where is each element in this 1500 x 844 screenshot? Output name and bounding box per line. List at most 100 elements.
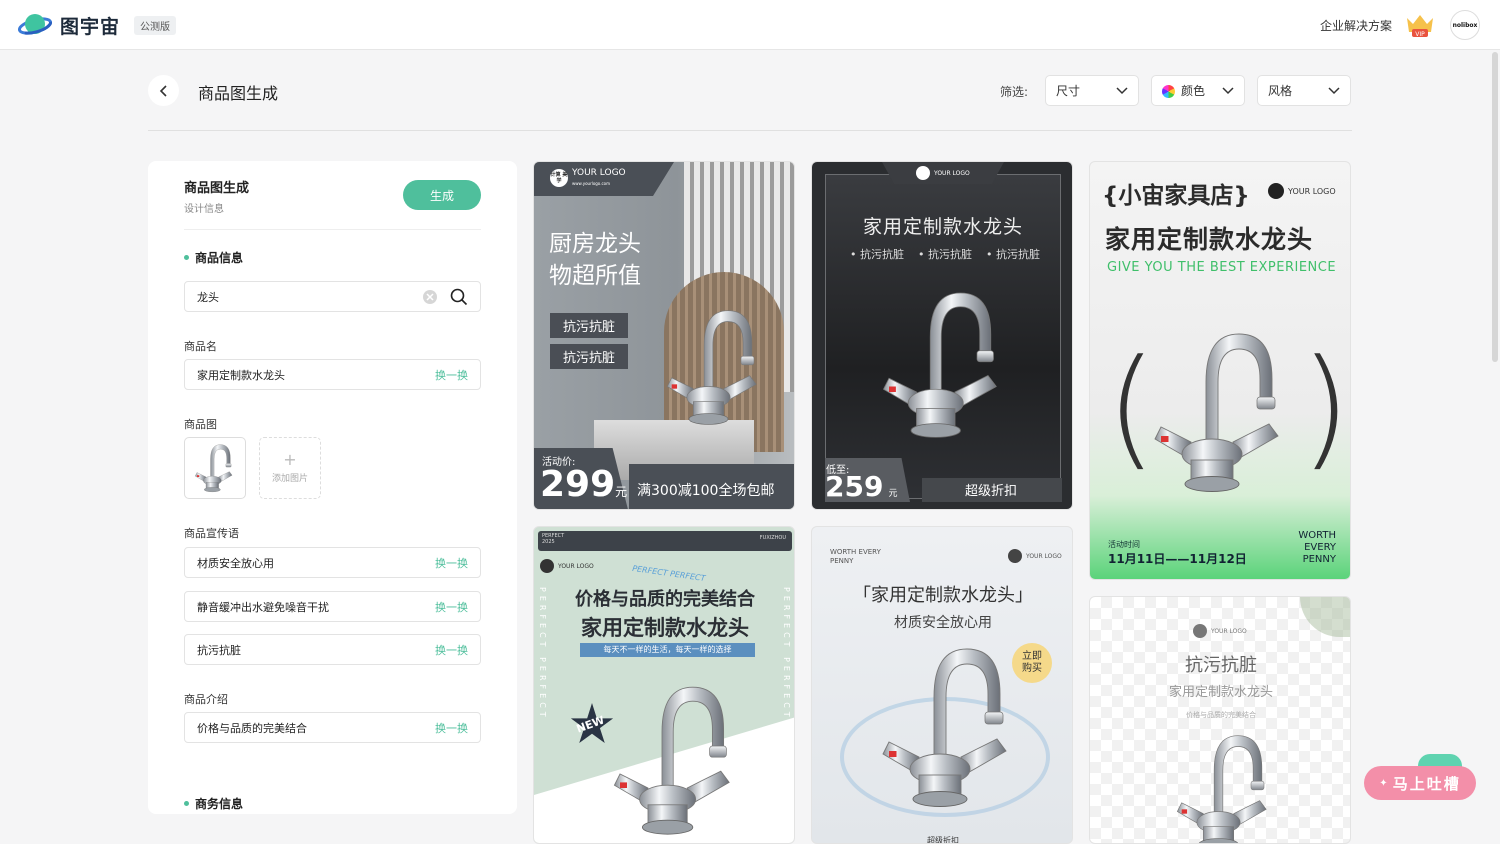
slogan-field[interactable]: 静音缓冲出水避免噪音干扰 换一换 [184,591,481,622]
filter-color-select[interactable]: 颜色 [1151,75,1245,106]
feature-list: • 抗污抗脏 • 抗污抗脏 • 抗污抗脏 [850,248,1040,261]
feature-tag: 抗污抗脏 [550,313,629,338]
card-small-text: 价格与品质的完美结合 [1186,711,1256,719]
generator-panel: 商品图生成 设计信息 生成 商品信息 龙头 商品名 家用定制款水龙头 换一换 商… [148,161,517,814]
card-tagline: GIVE YOU THE BEST EXPERIENCE [1107,260,1337,275]
product-image-label: 商品图 [184,418,217,431]
faucet-image [192,441,238,495]
sparkle-icon: ✦ [1379,777,1390,789]
faucet-image [1170,727,1280,844]
search-icon[interactable] [450,288,468,306]
swap-button[interactable]: 换一换 [435,720,468,736]
event-dates: 11月11日——11月12日 [1108,552,1247,566]
panel-divider [184,229,481,230]
card-subtitle: 材质安全放心用 [894,615,992,631]
template-card-5[interactable]: WORTH EVERY PENNY YOUR LOGO 「家用定制款水龙头」 材质… [811,526,1073,844]
add-image-label: 添加图片 [271,473,308,484]
template-card-3[interactable]: {小宙家具店} YOUR LOGO 家用定制款水龙头 GIVE YOU THE … [1089,161,1351,580]
generate-button[interactable]: 生成 [403,180,481,210]
arc-text: PERFECT PERFECT [631,563,706,584]
card-title: 「家用定制款水龙头」 [853,585,1033,606]
slogan-label: 商品宣传语 [184,527,239,540]
feedback-button[interactable]: ✦ 马上吐槽 [1364,766,1476,800]
swap-button[interactable]: 换一换 [435,367,468,383]
worth-text: WORTH EVERY PENNY [830,548,881,565]
intro-label: 商品介绍 [184,693,228,706]
header-divider [148,130,1352,131]
price: 259 元 [825,470,898,503]
bracket-right: ) [1300,331,1351,483]
chevron-down-icon [1328,86,1340,94]
filter-size-label: 尺寸 [1056,84,1081,98]
chevron-down-icon [1116,86,1128,94]
card-title-2: 家用定制款水龙头 [581,616,749,640]
faucet-image [660,302,770,432]
chevron-down-icon [1222,86,1234,94]
side-text: PERFECT PERFECT [538,587,547,721]
intro-field[interactable]: 价格与品质的完美结合 换一换 [184,712,481,743]
filter-style-select[interactable]: 风格 [1257,75,1351,106]
panel-title: 商品图生成 [184,181,250,196]
add-image-button[interactable]: + 添加图片 [259,437,321,499]
brand[interactable]: 图宇宙 公测版 [17,10,177,40]
card-subtitle: 家用定制款水龙头 [1168,685,1273,700]
chevron-left-icon [159,84,167,97]
card-title-1: 价格与品质的完美结合 [575,589,755,610]
logo: YOUR LOGO [916,166,970,180]
template-card-4[interactable]: PERFECT 2025 FUXIZHOU YOUR LOGO PERFECT P… [533,526,795,844]
template-card-1[interactable]: 计算 美学 YOUR LOGO www.yourlogo.com 厨房龙头 物超所… [533,161,795,510]
business-info-heading: 商务信息 [184,795,243,812]
card-headline: 厨房龙头 物超所值 [549,231,641,289]
swap-button[interactable]: 换一换 [435,555,468,571]
slogan-value: 抗污抗脏 [197,643,241,657]
color-wheel-icon [1162,85,1175,98]
clear-icon[interactable] [422,289,438,305]
top-bar: 图宇宙 公测版 企业解决方案 VIP nolibox [0,0,1500,50]
logo: YOUR LOGO [1008,549,1062,563]
product-image-thumbnail[interactable] [184,437,246,499]
shop-name: {小宙家具店} [1102,183,1250,209]
swap-button[interactable]: 换一换 [435,642,468,658]
search-value: 龙头 [197,290,219,304]
worth-text: WORTH EVERY PENNY [1298,530,1336,565]
logo: YOUR LOGO [540,559,594,573]
slogan-field[interactable]: 抗污抗脏 换一换 [184,634,481,665]
faucet-image [1146,322,1296,502]
promo-text: 满300减100全场包邮 [637,483,775,499]
slogan-value: 静音缓冲出水避免噪音干扰 [197,600,329,614]
bottom-text: 超级折扣 [927,836,959,844]
product-info-heading: 商品信息 [184,249,243,266]
page-title: 商品图生成 [198,84,279,103]
price: 299元 [540,464,628,505]
product-name-field[interactable]: 家用定制款水龙头 换一换 [184,359,481,390]
brand-name: 图宇宙 [60,15,121,38]
vip-crown-icon[interactable]: VIP [1404,12,1436,38]
intro-value: 价格与品质的完美结合 [197,721,307,735]
discount-text: 超级折扣 [965,484,1018,499]
filter-size-select[interactable]: 尺寸 [1045,75,1139,106]
leaf-decoration [1300,597,1350,637]
svg-text:VIP: VIP [1415,31,1425,38]
template-card-6[interactable]: YOUR LOGO 抗污抗脏 家用定制款水龙头 价格与品质的完美结合 [1089,596,1351,844]
slogan-value: 材质安全放心用 [197,556,274,570]
search-input[interactable]: 龙头 [184,281,481,312]
event-label: 活动时间 [1108,540,1140,549]
back-button[interactable] [148,75,179,106]
card-title: 家用定制款水龙头 [1105,225,1314,254]
avatar[interactable]: nolibox [1450,10,1480,40]
faucet-image [874,282,1014,447]
template-card-2[interactable]: YOUR LOGO 家用定制款水龙头 • 抗污抗脏 • 抗污抗脏 • 抗污抗脏 低至… [811,161,1073,510]
card-title: 抗污抗脏 [1185,655,1257,676]
filter-style-label: 风格 [1268,84,1293,98]
logo: YOUR LOGO [1268,183,1336,199]
panel-subtitle: 设计信息 [184,204,224,215]
plus-icon: + [283,449,297,469]
enterprise-link[interactable]: 企业解决方案 [1320,17,1392,34]
faucet-image [874,637,1024,817]
scrollbar[interactable] [1492,52,1498,362]
filter-color-label: 颜色 [1181,84,1206,98]
feature-tag: 抗污抗脏 [550,344,629,369]
slogan-field[interactable]: 材质安全放心用 换一换 [184,547,481,578]
swap-button[interactable]: 换一换 [435,599,468,615]
card-banner: 每天不一样的生活，每天一样的选择 [580,643,755,657]
